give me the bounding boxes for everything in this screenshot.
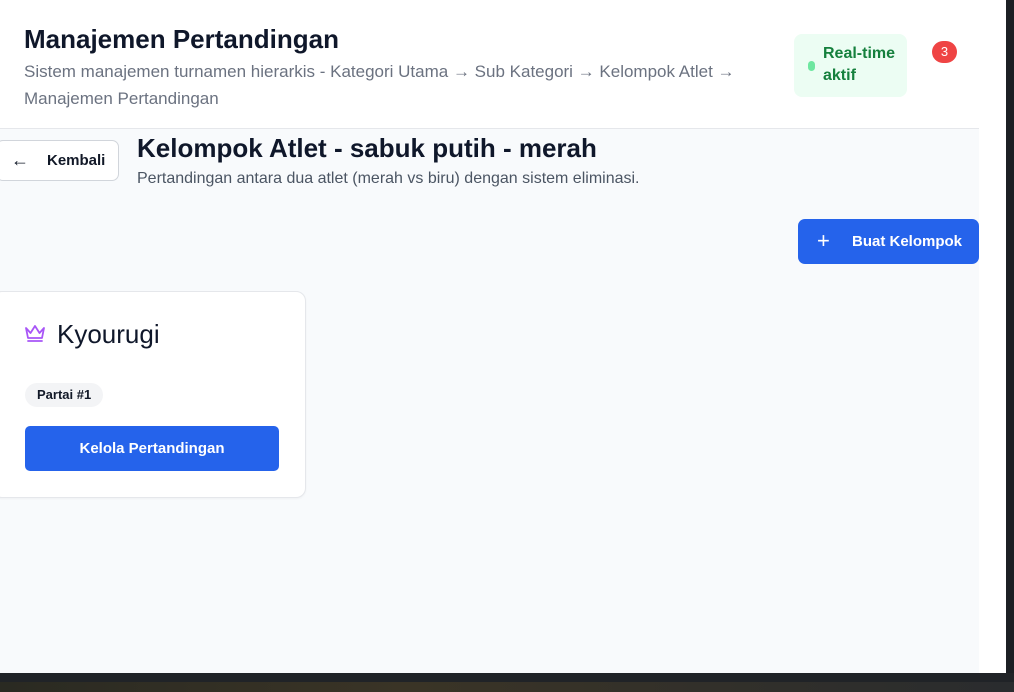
create-group-button-label: Buat Kelompok	[852, 233, 963, 250]
match-number-badge: Partai #1	[25, 383, 104, 407]
page-header: Manajemen Pertandingan Sistem manajemen …	[0, 0, 979, 129]
plus-icon: +	[817, 228, 830, 253]
header-subtitle: Sistem manajemen turnamen hierarkis - Ka…	[24, 62, 735, 108]
page-title: Kelompok Atlet - sabuk putih - merah	[137, 133, 597, 163]
back-button[interactable]: ← Kembali	[0, 140, 119, 181]
create-group-button[interactable]: + Buat Kelompok	[798, 219, 979, 264]
notification-count-badge[interactable]: 3	[932, 41, 957, 63]
card-title: Kyourugi	[57, 319, 160, 349]
arrow-left-icon: ←	[11, 150, 29, 170]
app-window: Manajemen Pertandingan Sistem manajemen …	[0, 0, 1006, 673]
status-dot-icon	[808, 61, 815, 71]
back-button-label: Kembali	[47, 152, 106, 169]
taskbar-strip	[0, 682, 1014, 692]
window-edge	[979, 0, 1006, 673]
match-category-card: Kyourugi Partai #1 Kelola Pertandingan	[0, 291, 306, 498]
manage-match-button[interactable]: Kelola Pertandingan	[25, 426, 279, 471]
realtime-status-badge: Real-time aktif	[794, 34, 907, 97]
realtime-status-label: Real-time aktif	[823, 45, 896, 84]
page-subtitle: Pertandingan antara dua atlet (merah vs …	[137, 170, 640, 187]
crown-icon	[24, 323, 46, 343]
header-title: Manajemen Pertandingan	[24, 24, 339, 54]
